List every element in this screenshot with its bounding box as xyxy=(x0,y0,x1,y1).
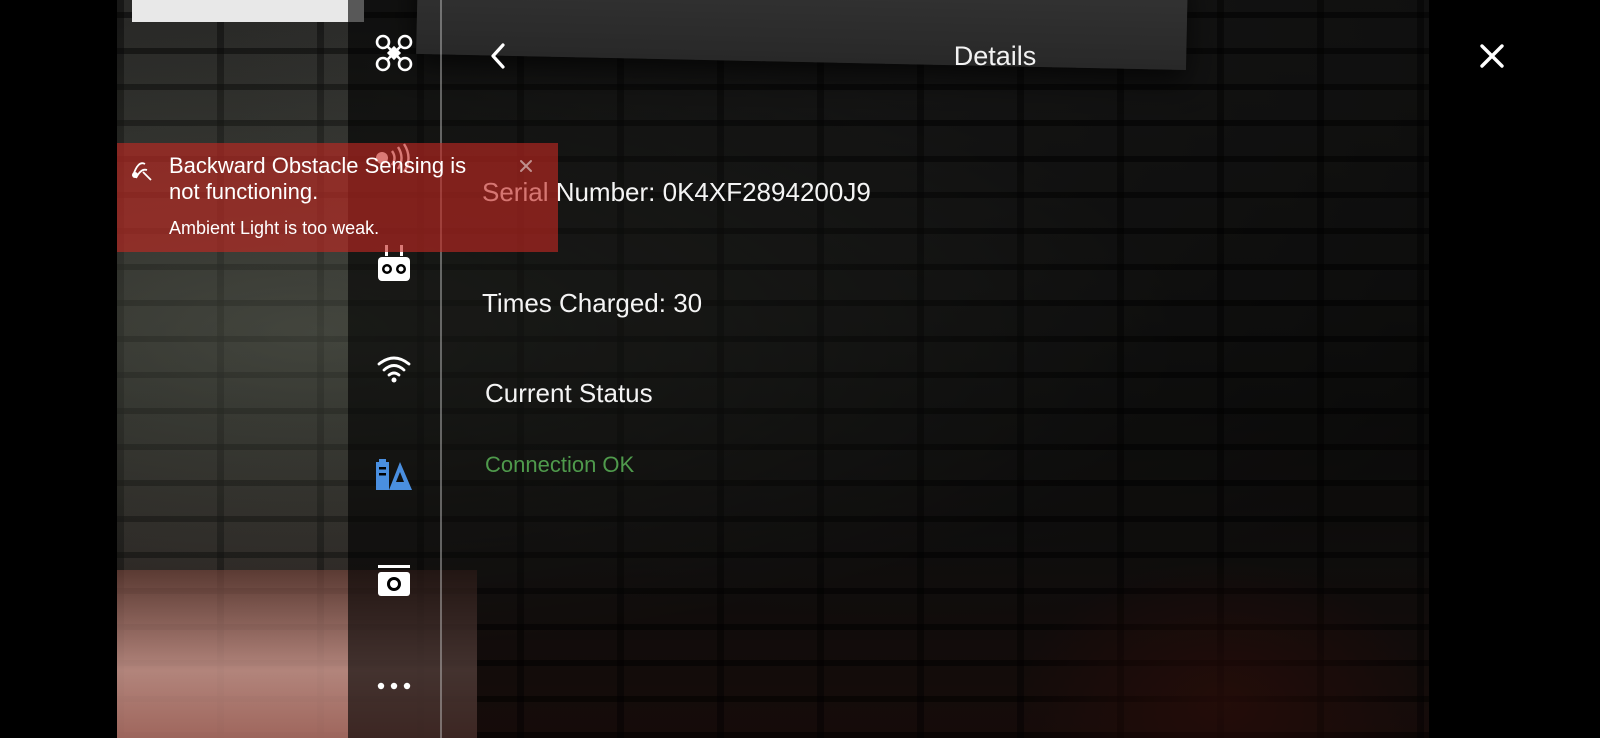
alert-subtitle: Ambient Light is too weak. xyxy=(169,218,380,238)
wifi-icon xyxy=(377,356,411,383)
rail-item-camera[interactable] xyxy=(368,555,420,607)
back-button[interactable] xyxy=(478,36,518,76)
rail-item-aircraft[interactable] xyxy=(368,27,420,79)
page-title: Details xyxy=(953,41,1037,71)
app-screen: Details Serial Number: 0K4XF2894200J9 Ti… xyxy=(0,0,1600,738)
close-icon[interactable] xyxy=(515,155,537,177)
camera-icon xyxy=(378,565,410,596)
chevron-left-icon xyxy=(491,43,505,69)
side-rail xyxy=(348,0,440,738)
close-icon xyxy=(1480,44,1504,68)
alert-title: Backward Obstacle Sensing is not functio… xyxy=(169,153,467,204)
rail-item-more[interactable] xyxy=(368,660,420,712)
rail-item-wifi[interactable] xyxy=(368,343,420,395)
battery-details-icon xyxy=(376,459,412,490)
status-value: Connection OK xyxy=(485,452,635,477)
details-panel xyxy=(348,0,1429,738)
alert-toast[interactable]: Backward Obstacle Sensing is not functio… xyxy=(117,143,558,252)
times-charged: Times Charged: 30 xyxy=(482,288,703,318)
drone-icon xyxy=(375,34,413,72)
more-icon xyxy=(377,682,411,690)
panel-divider xyxy=(440,0,442,738)
obstacle-warning-icon xyxy=(132,162,152,181)
close-button[interactable] xyxy=(1472,36,1512,76)
current-status-heading: Current Status xyxy=(485,378,653,408)
rail-item-battery[interactable] xyxy=(368,449,420,501)
